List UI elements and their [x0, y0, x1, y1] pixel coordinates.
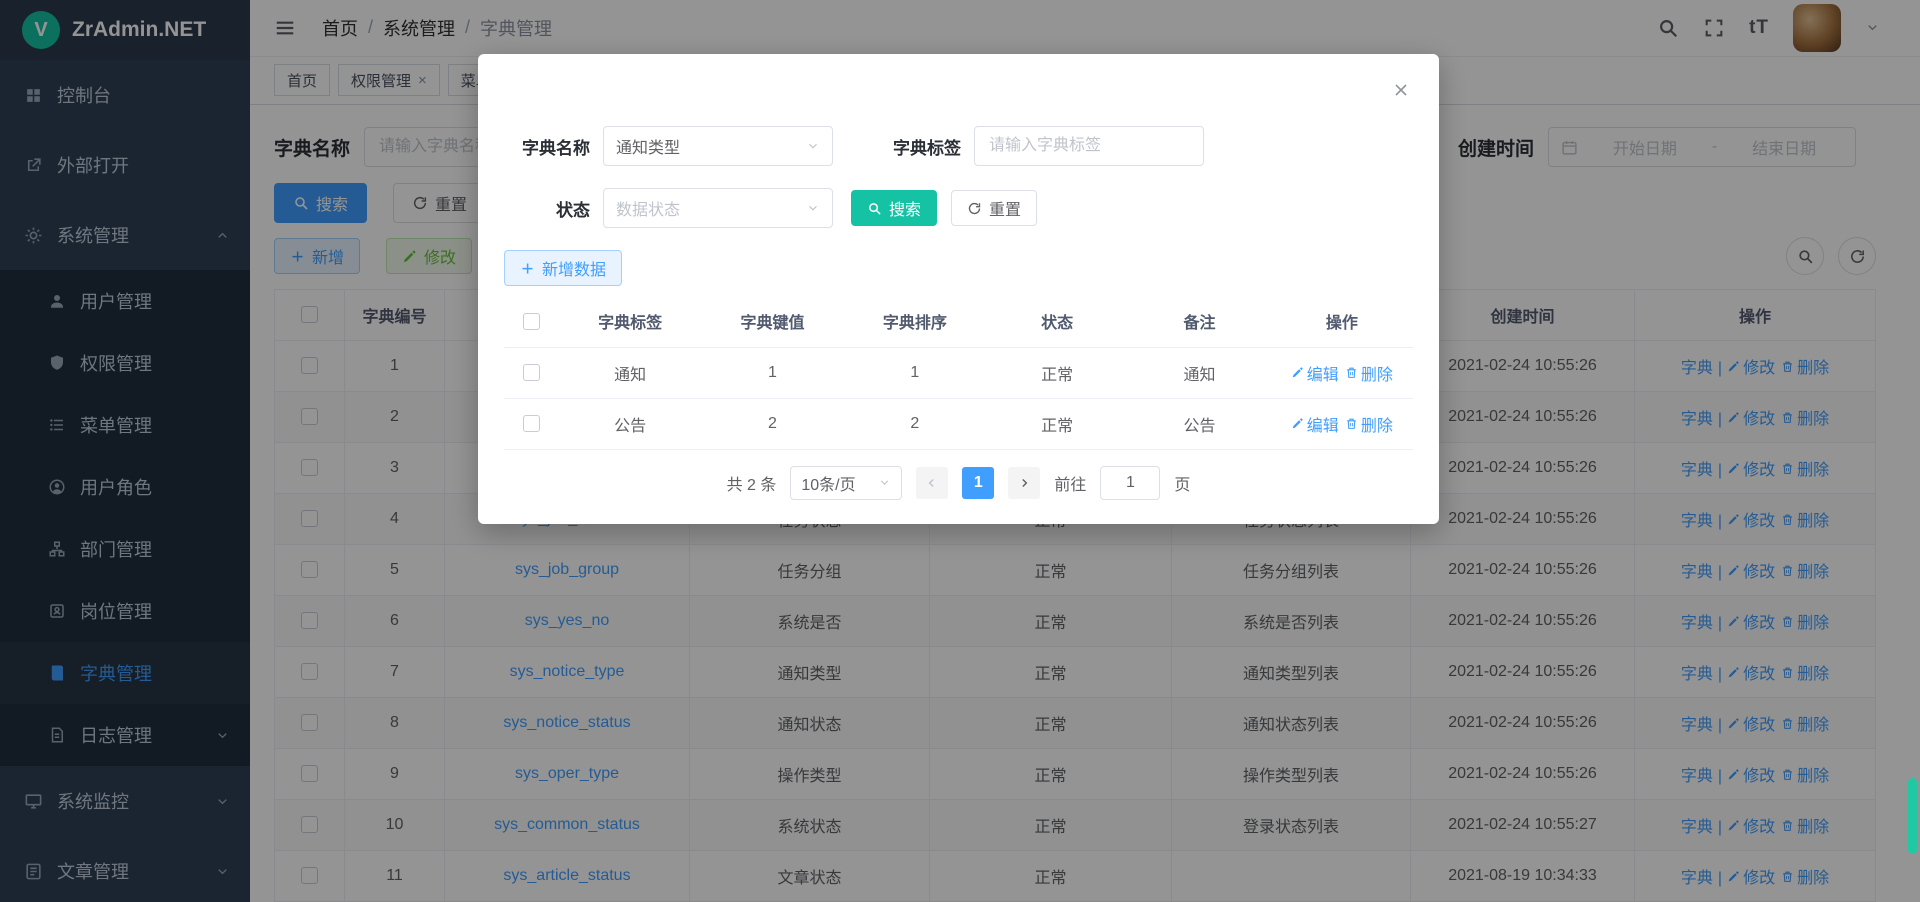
chevron-left-icon — [925, 476, 939, 490]
dialog-body: 字典名称 通知类型 字典标签 状态 数据状态 搜索 重置 — [478, 54, 1439, 500]
dialog-filter-row-1: 字典名称 通知类型 字典标签 — [504, 126, 1413, 166]
goto-unit: 页 — [1174, 471, 1190, 495]
dict-data-table: 字典标签 字典键值 字典排序 状态 备注 操作 通知 1 1 正常 通知 编辑删… — [504, 296, 1413, 450]
pencil-icon — [1291, 366, 1304, 379]
pencil-icon — [1291, 417, 1304, 430]
delete-link-label: 删除 — [1361, 412, 1393, 436]
chevron-down-icon — [878, 476, 891, 489]
m-search-button[interactable]: 搜索 — [851, 190, 937, 226]
table-header-row: 字典标签 字典键值 字典排序 状态 备注 操作 — [504, 296, 1413, 347]
select-placeholder: 数据状态 — [616, 196, 680, 220]
cell-value: 1 — [701, 347, 843, 398]
table-row: 公告 2 2 正常 公告 编辑删除 — [504, 398, 1413, 449]
m-dict-name-select[interactable]: 通知类型 — [603, 126, 833, 166]
row-checkbox[interactable] — [523, 364, 540, 381]
cell-status: 正常 — [986, 398, 1128, 449]
m-dict-label-input[interactable] — [974, 126, 1204, 166]
col-ops: 操作 — [1271, 296, 1413, 347]
dict-data-dialog: 字典名称 通知类型 字典标签 状态 数据状态 搜索 重置 — [478, 54, 1439, 524]
goto-label: 前往 — [1054, 471, 1086, 495]
add-data-button[interactable]: 新增数据 — [504, 250, 622, 286]
chevron-down-icon — [806, 201, 820, 215]
trash-icon — [1345, 417, 1358, 430]
col-status: 状态 — [986, 296, 1128, 347]
delete-link[interactable]: 删除 — [1345, 361, 1393, 385]
next-page-button[interactable] — [1008, 467, 1040, 499]
page-size-select[interactable]: 10条/页 — [790, 466, 902, 500]
m-reset-button[interactable]: 重置 — [951, 190, 1037, 226]
col-value: 字典键值 — [701, 296, 843, 347]
edit-link-label: 编辑 — [1307, 412, 1339, 436]
m-search-button-label: 搜索 — [889, 196, 921, 220]
cell-status: 正常 — [986, 347, 1128, 398]
page-size-value: 10条/页 — [801, 471, 855, 495]
cell-label: 公告 — [559, 398, 701, 449]
col-sort: 字典排序 — [844, 296, 986, 347]
m-reset-button-label: 重置 — [989, 196, 1021, 220]
m-status-select[interactable]: 数据状态 — [603, 188, 833, 228]
dialog-filter-row-2: 状态 数据状态 搜索 重置 — [504, 188, 1413, 228]
goto-page-input[interactable] — [1100, 466, 1160, 500]
add-data-button-label: 新增数据 — [542, 256, 606, 280]
total-count: 共 2 条 — [727, 471, 777, 495]
search-icon — [867, 201, 882, 216]
select-value: 通知类型 — [616, 134, 680, 158]
pagination: 共 2 条 10条/页 1 前往 页 — [504, 466, 1413, 500]
edit-link[interactable]: 编辑 — [1291, 412, 1339, 436]
col-remark: 备注 — [1128, 296, 1270, 347]
scrollbar[interactable] — [1908, 778, 1917, 854]
dialog-toolbar: 新增数据 — [504, 250, 1413, 286]
cell-value: 2 — [701, 398, 843, 449]
header-checkbox[interactable] — [523, 313, 540, 330]
row-checkbox[interactable] — [523, 415, 540, 432]
close-icon — [1391, 80, 1411, 100]
cell-remark: 通知 — [1128, 347, 1270, 398]
page-number-active[interactable]: 1 — [962, 467, 994, 499]
dialog-close-button[interactable] — [1391, 80, 1411, 100]
cell-label: 通知 — [559, 347, 701, 398]
m-dict-name-label: 字典名称 — [504, 134, 590, 159]
chevron-right-icon — [1017, 476, 1031, 490]
m-status-label: 状态 — [504, 196, 590, 221]
cell-remark: 公告 — [1128, 398, 1270, 449]
cell-sort: 2 — [844, 398, 986, 449]
dialog-search-buttons: 搜索 重置 — [851, 190, 1037, 226]
trash-icon — [1345, 366, 1358, 379]
prev-page-button[interactable] — [916, 467, 948, 499]
delete-link-label: 删除 — [1361, 361, 1393, 385]
edit-link-label: 编辑 — [1307, 361, 1339, 385]
edit-link[interactable]: 编辑 — [1291, 361, 1339, 385]
table-row: 通知 1 1 正常 通知 编辑删除 — [504, 347, 1413, 398]
m-dict-label-label: 字典标签 — [875, 134, 961, 159]
col-label: 字典标签 — [559, 296, 701, 347]
plus-icon — [520, 261, 535, 276]
delete-link[interactable]: 删除 — [1345, 412, 1393, 436]
cell-sort: 1 — [844, 347, 986, 398]
chevron-down-icon — [806, 139, 820, 153]
refresh-icon — [967, 201, 982, 216]
